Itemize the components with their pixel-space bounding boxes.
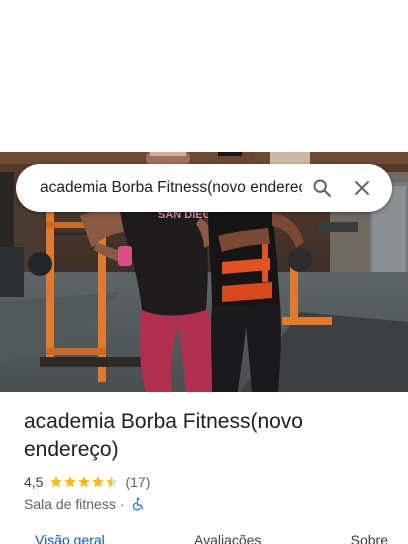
place-info: academia Borba Fitness(novo endereço) 4,…: [24, 408, 394, 514]
place-title: academia Borba Fitness(novo endereço): [24, 410, 303, 461]
separator: ·: [119, 496, 125, 512]
review-count[interactable]: (17): [125, 474, 150, 490]
wheelchair-icon: [132, 497, 143, 511]
place-category[interactable]: Sala de fitness: [24, 496, 116, 512]
rating-value: 4,5: [24, 474, 44, 490]
star-icon: [78, 476, 91, 488]
tab-about[interactable]: Sobre: [351, 528, 388, 544]
star-icon: [64, 476, 77, 488]
search-input[interactable]: academia Borba Fitness(novo endereço): [40, 176, 302, 200]
place-tabs: Visão geral Avaliações Sobre: [0, 528, 408, 544]
star-icon: [50, 476, 63, 488]
star-icon: [106, 476, 119, 488]
search-icon: [313, 179, 331, 197]
rating-stars: [49, 475, 119, 489]
star-icon: [92, 476, 105, 488]
tab-overview[interactable]: Visão geral: [35, 528, 105, 544]
rating-row[interactable]: 4,5 (17): [24, 472, 394, 492]
close-button[interactable]: [342, 168, 382, 208]
tab-reviews[interactable]: Avaliações: [194, 528, 261, 544]
place-page: SAN DIEGO academia Borba Fitness(novo en…: [0, 0, 408, 544]
search-button[interactable]: [302, 168, 342, 208]
close-icon: [355, 181, 369, 195]
category-row: Sala de fitness ·: [24, 494, 394, 514]
search-bar: academia Borba Fitness(novo endereço): [16, 164, 392, 212]
